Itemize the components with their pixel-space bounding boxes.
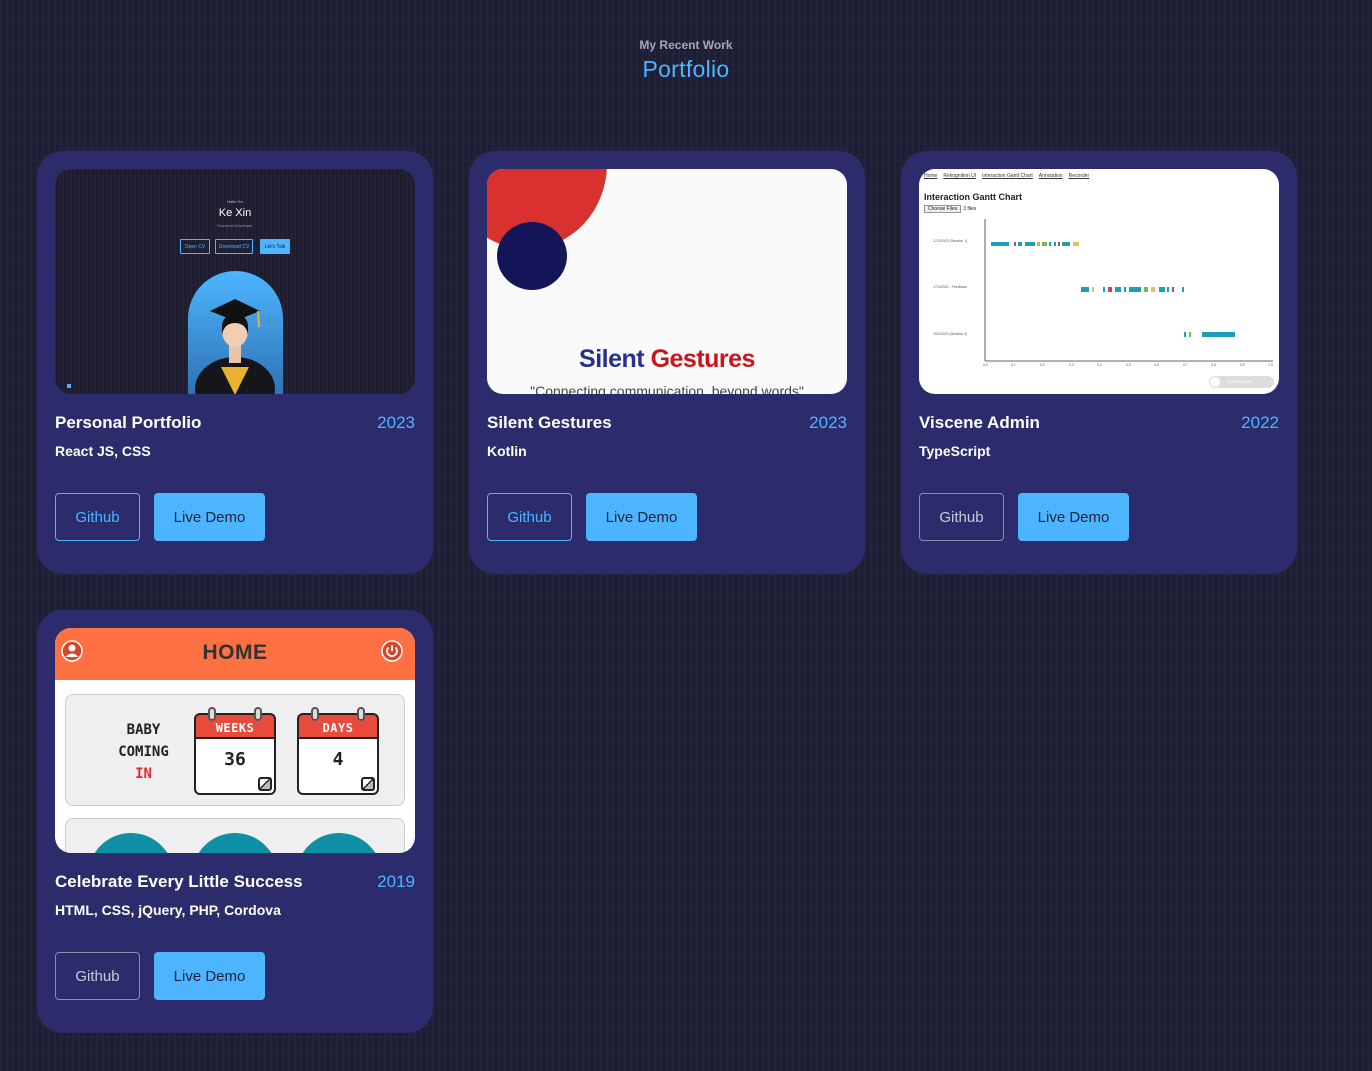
thumb-open-cv-button: Open CV [180, 239, 210, 254]
section-subtitle: My Recent Work [639, 38, 733, 52]
project-title: Celebrate Every Little Success [55, 872, 303, 891]
thumb-tick-label: 0.4 [1097, 363, 1102, 367]
thumb-tick-label: 0.8 [1211, 363, 1216, 367]
project-thumbnail: Silent Gestures "Connecting communicatio… [487, 169, 847, 394]
thumb-lets-talk-button: Let's Talk [260, 239, 290, 254]
graduate-portrait [195, 299, 275, 394]
user-icon [61, 640, 83, 662]
baby-coming-label: BABY COMING IN [111, 719, 176, 785]
toggle-label: NORMALIZED [1227, 379, 1254, 384]
countdown-panel: BABY COMING IN WEEKS 36 DAYS 4 [65, 694, 405, 806]
section-title: Portfolio [642, 56, 730, 82]
project-title: Silent Gestures [487, 413, 612, 432]
calendar-ring [357, 707, 365, 721]
navy-circle-shape [497, 222, 567, 290]
thumb-heading: Silent Gestures [487, 345, 847, 374]
github-button[interactable]: Github [55, 952, 140, 1000]
project-thumbnail: Hello I'm Ke Xin Frontend Developer Open… [55, 169, 415, 394]
toggle-knob [1210, 377, 1220, 387]
project-year: 2023 [809, 413, 847, 432]
thumb-tick-label: 0.3 [1069, 363, 1074, 367]
power-icon [381, 640, 403, 662]
thumb-heading-word1: Silent [579, 345, 645, 373]
project-title: Personal Portfolio [55, 413, 202, 432]
project-card: Hello I'm Ke Xin Frontend Developer Open… [37, 151, 433, 574]
weeks-calendar: WEEKS 36 [194, 707, 276, 795]
thumb-tick-label: 0.1 [1011, 363, 1016, 367]
thumb-tick-label: 0.9 [1240, 363, 1245, 367]
thumb-download-cv-button: Download CV [215, 239, 253, 254]
teal-circle [88, 833, 174, 853]
thumb-tick-label: 1.0 [1268, 363, 1273, 367]
project-thumbnail: Home Rekognition UI Interaction Gantt Ch… [919, 169, 1279, 394]
project-title: Viscene Admin [919, 413, 1040, 432]
weeks-label: WEEKS [215, 721, 255, 735]
days-label: DAYS [322, 721, 354, 735]
live-demo-button[interactable]: Live Demo [1018, 493, 1129, 541]
days-value: 4 [332, 749, 344, 770]
thumb-heading-word2: Gestures [650, 345, 756, 373]
project-card: Home Rekognition UI Interaction Gantt Ch… [901, 151, 1297, 574]
github-button[interactable]: Github [919, 493, 1004, 541]
teal-circle [296, 833, 382, 853]
thumb-tick-label: 0.7 [1183, 363, 1188, 367]
project-thumbnail: HOME BABY COMING IN WEEKS 36 DAYS 4 [55, 628, 415, 853]
live-demo-button[interactable]: Live Demo [154, 952, 265, 1000]
thumb-normalized-toggle: NORMALIZED [1209, 376, 1274, 388]
page-curl-icon [258, 777, 272, 791]
circles-panel [65, 818, 405, 853]
project-card: Silent Gestures "Connecting communicatio… [469, 151, 865, 574]
baby-line: IN [135, 766, 152, 782]
thumb-tick-label: 0.2 [1040, 363, 1045, 367]
project-card: HOME BABY COMING IN WEEKS 36 DAYS 4 Cele… [37, 610, 433, 1033]
github-button[interactable]: Github [55, 493, 140, 541]
project-tech: React JS, CSS [55, 443, 151, 459]
thumb-tick-label: 0.5 [1126, 363, 1131, 367]
calendar-ring [208, 707, 216, 721]
days-calendar: DAYS 4 [297, 707, 379, 795]
thumb-tagline: "Connecting communication, beyond words" [530, 383, 804, 394]
page-curl-icon [361, 777, 375, 791]
thumb-greeting: Hello I'm [227, 199, 243, 204]
weeks-value: 36 [224, 749, 246, 770]
project-year: 2019 [377, 872, 415, 891]
project-tech: Kotlin [487, 443, 527, 459]
project-tech: HTML, CSS, jQuery, PHP, Cordova [55, 902, 281, 918]
project-tech: TypeScript [919, 443, 991, 459]
thumb-role: Frontend Developer [217, 223, 253, 228]
live-demo-button[interactable]: Live Demo [154, 493, 265, 541]
project-year: 2023 [377, 413, 415, 432]
teal-circle [192, 833, 278, 853]
baby-line: BABY [126, 722, 161, 738]
calendar-ring [254, 707, 262, 721]
thumb-tick-label: 0.0 [983, 363, 988, 367]
thumb-name: Ke Xin [218, 207, 252, 219]
portrait-frame [188, 271, 283, 394]
thumb-home-title: HOME [202, 641, 268, 664]
corner-square-icon [67, 384, 71, 388]
thumb-tick-label: 0.6 [1154, 363, 1159, 367]
baby-line: COMING [118, 744, 169, 760]
section-header: My Recent Work Portfolio [0, 38, 1372, 83]
calendar-ring [311, 707, 319, 721]
live-demo-button[interactable]: Live Demo [586, 493, 697, 541]
project-year: 2022 [1241, 413, 1279, 432]
gantt-chart-graphic [984, 219, 1273, 362]
github-button[interactable]: Github [487, 493, 572, 541]
